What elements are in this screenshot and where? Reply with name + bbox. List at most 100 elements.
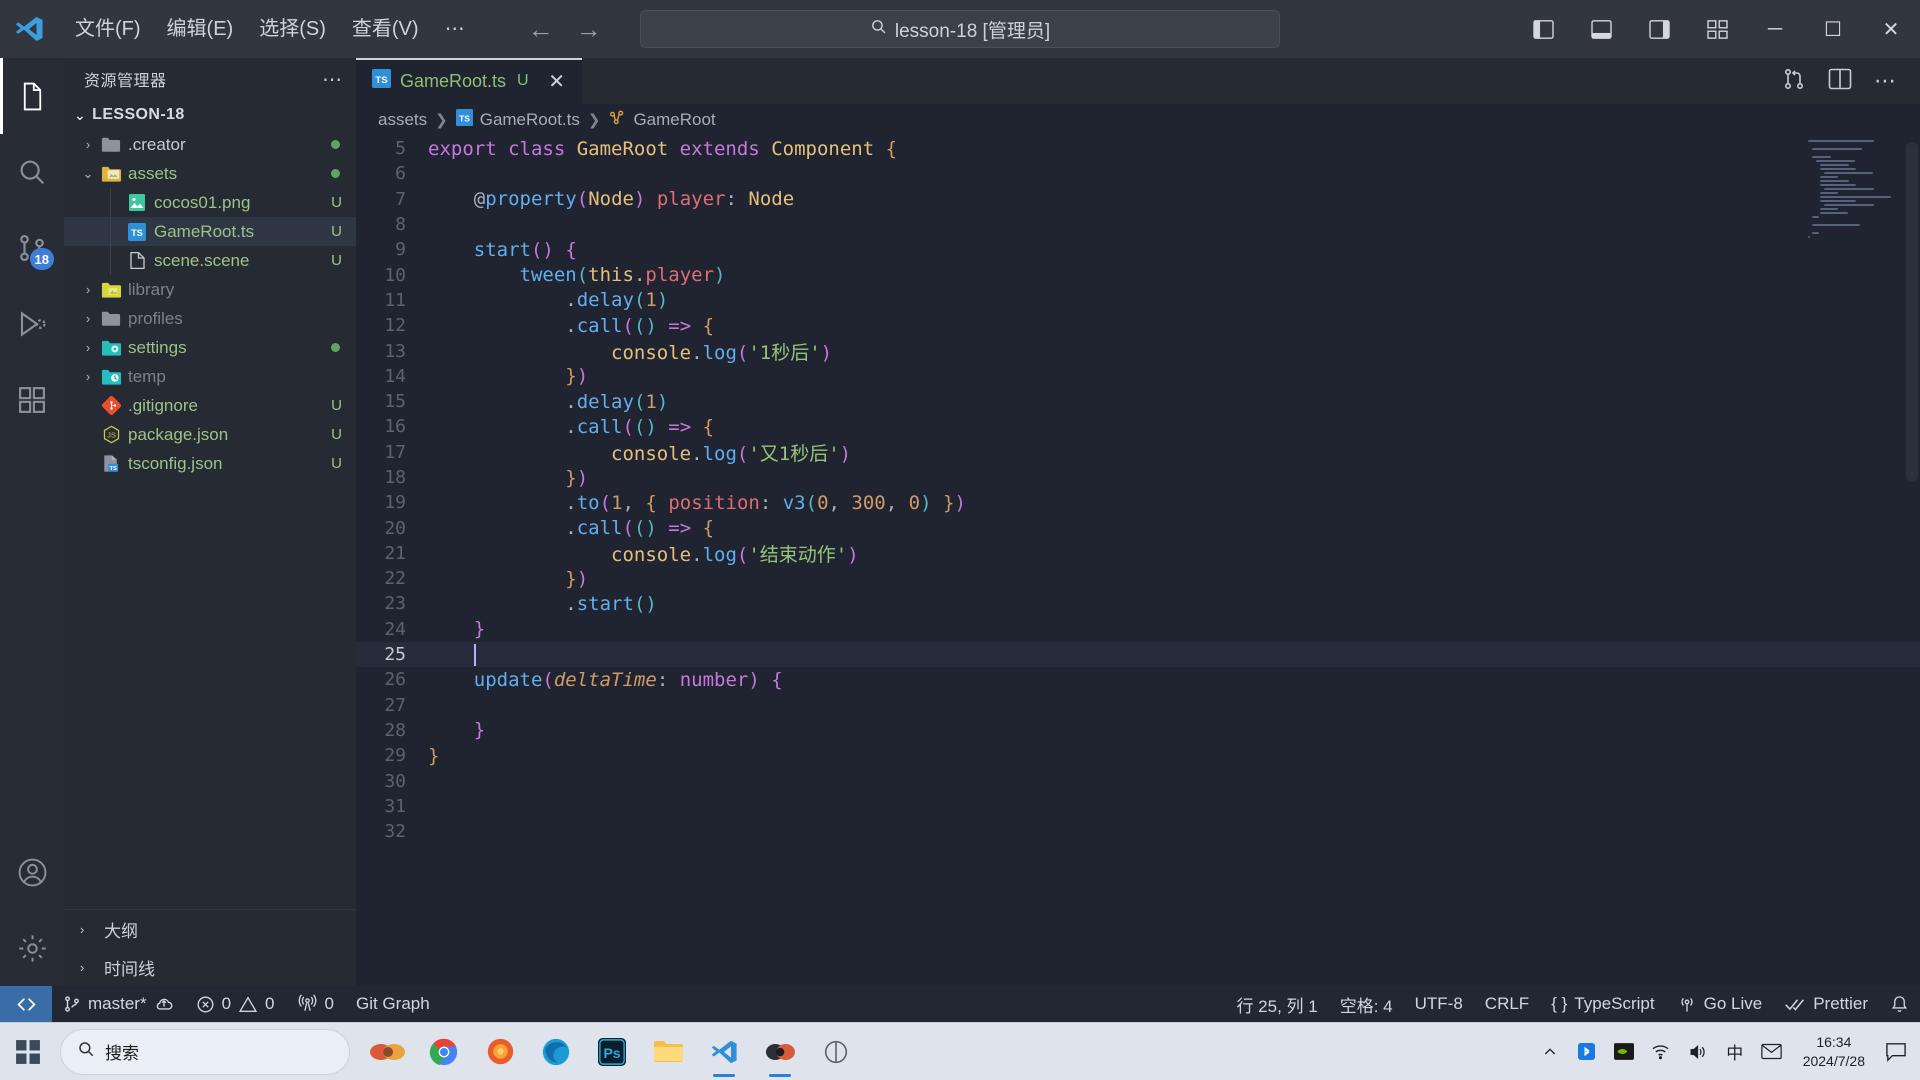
code-line[interactable]: 22 }) xyxy=(356,566,1920,591)
menu-file[interactable]: 文件(F) xyxy=(62,11,154,47)
maximize-button[interactable]: ☐ xyxy=(1804,0,1862,58)
taskbar-search-box[interactable]: 搜索 xyxy=(60,1028,350,1075)
forward-arrow-icon[interactable]: → xyxy=(574,14,604,45)
chevron-right-icon[interactable]: › xyxy=(78,311,98,326)
taskbar-app-buttons[interactable]: Ps xyxy=(362,1025,862,1079)
code-line[interactable]: 8 xyxy=(356,212,1920,237)
chevron-down-icon[interactable]: ⌄ xyxy=(78,166,98,182)
code-line[interactable]: 10 tween(this.player) xyxy=(356,262,1920,287)
menu-more[interactable]: ⋯ xyxy=(432,11,478,47)
chevron-right-icon[interactable]: › xyxy=(78,282,98,297)
code-line[interactable]: 21 console.log('结束动作') xyxy=(356,541,1920,566)
code-line[interactable]: 6 xyxy=(356,161,1920,186)
chevron-right-icon[interactable]: › xyxy=(78,137,98,152)
status-cursor-position[interactable]: 行 25, 列 1 xyxy=(1225,986,1328,1022)
code-lines[interactable]: 5 export class GameRoot extends Component… xyxy=(356,136,1920,986)
back-arrow-icon[interactable]: ← xyxy=(526,14,556,45)
code-line[interactable]: 30 xyxy=(356,768,1920,793)
panel-outline[interactable]: › 大纲 xyxy=(64,910,356,948)
sidebar-more-actions-icon[interactable]: ⋯ xyxy=(322,67,344,92)
wifi-icon[interactable] xyxy=(1649,1040,1673,1064)
code-line[interactable]: 14 }) xyxy=(356,364,1920,389)
tree-item-library[interactable]: › library xyxy=(64,275,356,304)
taskbar-app-photoshop[interactable]: Ps xyxy=(586,1025,638,1079)
tab-gameroot-ts[interactable]: TS GameRoot.ts U ✕ xyxy=(356,58,582,104)
code-line[interactable]: 26 update(deltaTime: number) { xyxy=(356,667,1920,692)
more-actions-icon[interactable]: ⋯ xyxy=(1874,68,1898,94)
status-ports[interactable]: 0 xyxy=(286,986,345,1022)
status-notifications[interactable] xyxy=(1879,986,1920,1022)
code-line[interactable]: 29} xyxy=(356,743,1920,768)
ime-chinese-icon[interactable]: 中 xyxy=(1723,1040,1747,1064)
breadcrumb[interactable]: assets ❯ TS GameRoot.ts ❯ GameRoot xyxy=(356,104,1920,136)
breadcrumb-item-file[interactable]: TS GameRoot.ts xyxy=(455,109,580,131)
bluetooth-icon[interactable] xyxy=(1575,1040,1599,1064)
nvidia-icon[interactable] xyxy=(1612,1040,1636,1064)
status-indentation[interactable]: 空格: 4 xyxy=(1329,986,1404,1022)
tree-root-folder[interactable]: ⌄ LESSON-18 xyxy=(64,100,356,130)
taskbar-app-other[interactable] xyxy=(810,1025,862,1079)
status-encoding[interactable]: UTF-8 xyxy=(1404,986,1474,1022)
code-line[interactable]: 5 export class GameRoot extends Component… xyxy=(356,136,1920,161)
tree-item-temp[interactable]: › temp xyxy=(64,362,356,391)
breadcrumb-item-symbol[interactable]: GameRoot xyxy=(608,109,716,132)
code-line[interactable]: 25 xyxy=(356,641,1920,668)
minimap[interactable] xyxy=(1808,140,1904,238)
tree-item-package-json[interactable]: JS package.json U xyxy=(64,420,356,449)
code-line[interactable]: 16 .call(() => { xyxy=(356,414,1920,439)
activity-item-extensions[interactable] xyxy=(0,362,64,438)
taskbar-app-cocos-creator[interactable] xyxy=(362,1025,414,1079)
chevron-up-icon[interactable] xyxy=(1538,1040,1562,1064)
tree-item-assets[interactable]: ⌄ assets xyxy=(64,159,356,188)
status-branch[interactable]: master* xyxy=(52,986,185,1022)
code-line[interactable]: 12 .call(() => { xyxy=(356,313,1920,338)
code-line[interactable]: 27 xyxy=(356,693,1920,718)
toggle-secondary-sidebar-icon[interactable] xyxy=(1630,0,1688,58)
code-line[interactable]: 13 console.log('1秒后') xyxy=(356,338,1920,364)
code-line[interactable]: 7 @property(Node) player: Node xyxy=(356,187,1920,212)
code-line[interactable]: 18 }) xyxy=(356,465,1920,490)
taskbar-clock[interactable]: 16:34 2024/7/28 xyxy=(1797,1033,1871,1071)
code-line[interactable]: 32 xyxy=(356,819,1920,844)
file-tree[interactable]: ⌄ LESSON-18 › .creator ⌄ assets cocos01.png U… xyxy=(64,100,356,909)
code-line[interactable]: 11 .delay(1) xyxy=(356,288,1920,313)
taskbar-app-file-explorer[interactable] xyxy=(642,1025,694,1079)
code-line[interactable]: 17 console.log('又1秒后') xyxy=(356,440,1920,465)
activity-item-manage-settings[interactable] xyxy=(0,910,64,986)
windows-start-icon[interactable] xyxy=(0,1023,56,1080)
menu-bar[interactable]: 文件(F) 编辑(E) 选择(S) 查看(V) ⋯ xyxy=(62,11,478,47)
code-line[interactable]: 31 xyxy=(356,794,1920,819)
taskbar-app-chrome[interactable] xyxy=(418,1025,470,1079)
tree-item-gitignore[interactable]: .gitignore U xyxy=(64,391,356,420)
split-editor-icon[interactable] xyxy=(1828,68,1852,95)
command-center[interactable]: lesson-18 [管理员] xyxy=(640,10,1280,48)
customize-layout-icon[interactable] xyxy=(1688,0,1746,58)
taskbar-app-vscode[interactable] xyxy=(698,1025,750,1079)
code-line[interactable]: 28 } xyxy=(356,718,1920,743)
code-editor[interactable]: 5 export class GameRoot extends Component… xyxy=(356,136,1920,986)
code-line[interactable]: 24 } xyxy=(356,617,1920,642)
menu-view[interactable]: 查看(V) xyxy=(339,11,432,47)
status-go-live[interactable]: Go Live xyxy=(1666,986,1774,1022)
status-git-graph[interactable]: Git Graph xyxy=(345,986,441,1022)
editor-scrollbar[interactable] xyxy=(1906,142,1918,482)
tree-item-settings[interactable]: › settings xyxy=(64,333,356,362)
status-language-mode[interactable]: { } TypeScript xyxy=(1540,986,1665,1022)
tab-close-icon[interactable]: ✕ xyxy=(546,69,568,94)
tree-item-creator[interactable]: › .creator xyxy=(64,130,356,159)
breadcrumb-item-assets[interactable]: assets xyxy=(378,110,427,130)
activity-item-search[interactable] xyxy=(0,134,64,210)
code-line[interactable]: 9 start() { xyxy=(356,237,1920,262)
panel-timeline[interactable]: › 时间线 xyxy=(64,948,356,986)
split-compare-icon[interactable] xyxy=(1782,67,1806,96)
status-problems[interactable]: 0 0 xyxy=(185,986,286,1022)
chevron-right-icon[interactable]: › xyxy=(78,340,98,355)
code-line[interactable]: 20 .call(() => { xyxy=(356,515,1920,540)
menu-edit[interactable]: 编辑(E) xyxy=(154,11,247,47)
tree-item-cocos01-png[interactable]: cocos01.png U xyxy=(64,188,356,217)
tree-item-gameroot-ts[interactable]: TS GameRoot.ts U xyxy=(64,217,356,246)
code-line[interactable]: 23 .start() xyxy=(356,591,1920,616)
action-center-icon[interactable] xyxy=(1884,1040,1908,1064)
close-button[interactable]: ✕ xyxy=(1862,0,1920,58)
remote-window-indicator[interactable] xyxy=(0,986,52,1022)
